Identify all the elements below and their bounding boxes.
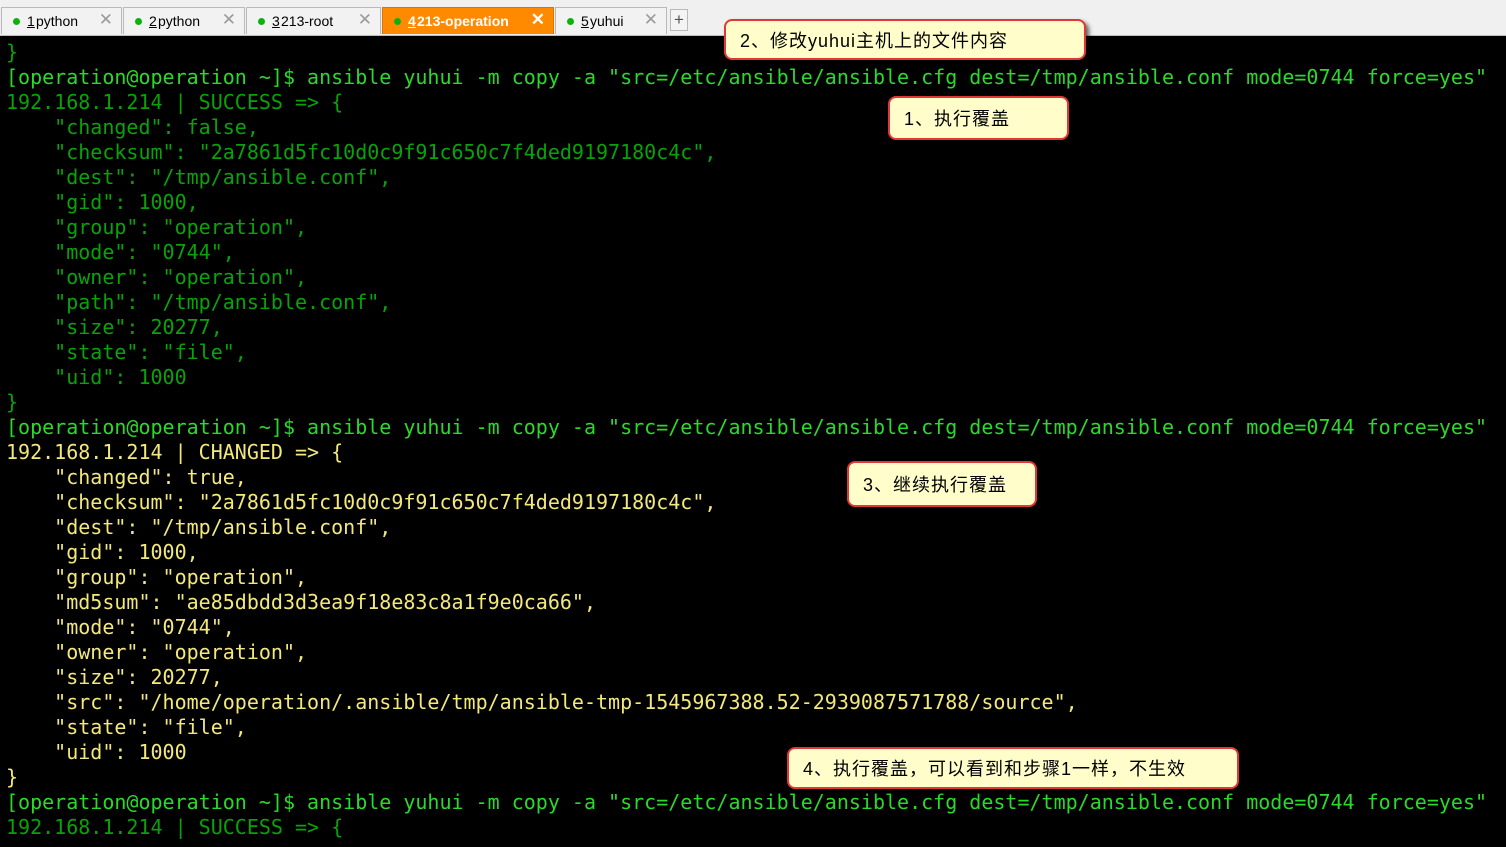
new-tab-button[interactable]: + bbox=[670, 9, 688, 31]
annotation-callout-2: 2、修改yuhui主机上的文件内容 bbox=[724, 19, 1086, 60]
terminal-output[interactable]: } [operation@operation ~]$ ansible yuhui … bbox=[0, 40, 1506, 847]
close-icon[interactable]: ✕ bbox=[644, 10, 658, 30]
terminal-line: "size": 20277, bbox=[6, 665, 223, 689]
terminal-line: 192.168.1.214 | SUCCESS => { bbox=[6, 90, 344, 114]
session-status-dot bbox=[394, 18, 401, 25]
close-icon[interactable]: ✕ bbox=[222, 10, 236, 30]
terminal-line: "dest": "/tmp/ansible.conf", bbox=[6, 515, 392, 539]
annotation-callout-3: 3、继续执行覆盖 bbox=[847, 461, 1037, 507]
tab-3[interactable]: 3 213-root ✕ bbox=[246, 7, 381, 34]
session-status-dot bbox=[567, 18, 574, 25]
annotation-callout-1: 1、执行覆盖 bbox=[888, 96, 1069, 140]
tab-number: 5 bbox=[581, 13, 589, 29]
terminal-line: "checksum": "2a7861d5fc10d0c9f91c650c7f4… bbox=[6, 490, 717, 514]
terminal-line: "group": "operation", bbox=[6, 215, 308, 239]
tab-label: python bbox=[36, 13, 79, 29]
terminal-line: "path": "/tmp/ansible.conf", bbox=[6, 290, 392, 314]
terminal-line: "state": "file", bbox=[6, 340, 247, 364]
terminal-line: "changed": false, bbox=[6, 115, 259, 139]
terminal-line: } bbox=[6, 765, 19, 789]
terminal-line: "mode": "0744", bbox=[6, 240, 235, 264]
close-icon[interactable]: ✕ bbox=[99, 10, 113, 30]
tab-label: 213-root bbox=[281, 13, 334, 29]
tab-label: yuhui bbox=[590, 13, 624, 29]
terminal-line: "gid": 1000, bbox=[6, 540, 199, 564]
session-status-dot bbox=[258, 18, 265, 25]
terminal-line: "gid": 1000, bbox=[6, 190, 199, 214]
tab-number: 3 bbox=[272, 13, 280, 29]
tab-label: python bbox=[158, 13, 201, 29]
terminal-line: [operation@operation ~]$ ansible yuhui -… bbox=[6, 415, 1488, 439]
terminal-line: } bbox=[6, 40, 19, 64]
terminal-line: "checksum": "2a7861d5fc10d0c9f91c650c7f4… bbox=[6, 140, 717, 164]
terminal-line: "uid": 1000 bbox=[6, 740, 187, 764]
terminal-line: "owner": "operation", bbox=[6, 640, 308, 664]
tab-2[interactable]: 2 python ✕ bbox=[123, 7, 245, 34]
terminal-line: } bbox=[6, 390, 19, 414]
tab-label: 213-operation bbox=[417, 13, 509, 29]
terminal-line: "owner": "operation", bbox=[6, 265, 308, 289]
terminal-line: "uid": 1000 bbox=[6, 365, 187, 389]
tab-number: 4 bbox=[408, 13, 416, 29]
tab-number: 1 bbox=[27, 13, 35, 29]
tab-1[interactable]: 1 python ✕ bbox=[1, 7, 122, 34]
terminal-line: "src": "/home/operation/.ansible/tmp/ans… bbox=[6, 690, 1078, 714]
terminal-line: "size": 20277, bbox=[6, 315, 223, 339]
terminal-line: [operation@operation ~]$ ansible yuhui -… bbox=[6, 65, 1488, 89]
terminal-line: "changed": true, bbox=[6, 465, 247, 489]
annotation-callout-4: 4、执行覆盖，可以看到和步骤1一样，不生效 bbox=[787, 747, 1239, 789]
terminal-line: "md5sum": "ae85dbdd3d3ea9f18e83c8a1f9e0c… bbox=[6, 590, 597, 614]
close-icon[interactable]: ✕ bbox=[531, 10, 545, 30]
terminal-line: 192.168.1.214 | CHANGED => { bbox=[6, 440, 344, 464]
terminal-line: "mode": "0744", bbox=[6, 615, 235, 639]
terminal-line: "state": "file", bbox=[6, 715, 247, 739]
terminal-line: "dest": "/tmp/ansible.conf", bbox=[6, 165, 392, 189]
terminal-line: [operation@operation ~]$ ansible yuhui -… bbox=[6, 790, 1488, 814]
close-icon[interactable]: ✕ bbox=[358, 10, 372, 30]
tab-number: 2 bbox=[149, 13, 157, 29]
session-status-dot bbox=[135, 18, 142, 25]
terminal-line: "group": "operation", bbox=[6, 565, 308, 589]
tab-5[interactable]: 5 yuhui ✕ bbox=[555, 7, 667, 34]
tab-4-active[interactable]: 4 213-operation ✕ bbox=[382, 7, 554, 34]
session-status-dot bbox=[13, 18, 20, 25]
terminal-line: 192.168.1.214 | SUCCESS => { bbox=[6, 815, 344, 839]
